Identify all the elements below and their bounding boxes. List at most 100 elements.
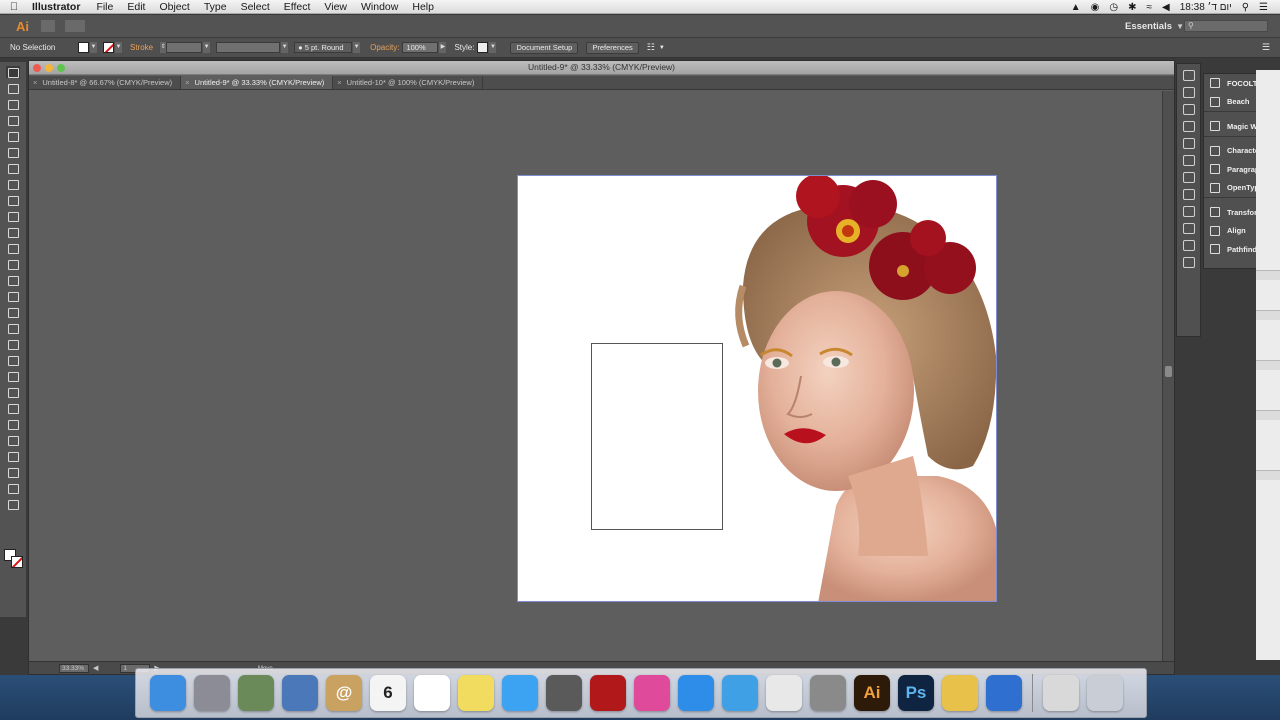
reminders-icon[interactable] <box>414 675 450 711</box>
links-panel-icon[interactable] <box>1183 240 1195 251</box>
mail-bird-icon[interactable] <box>282 675 318 711</box>
lasso-tool-icon[interactable] <box>6 114 20 126</box>
zoom-tool-icon[interactable] <box>6 498 20 510</box>
paintbrush-tool-icon[interactable] <box>6 210 20 222</box>
creative-cloud-icon[interactable]: ◉ <box>1091 2 1100 13</box>
launchpad-icon[interactable] <box>194 675 230 711</box>
brush-dropdown[interactable]: ▼ <box>353 42 361 53</box>
messages-icon[interactable] <box>502 675 538 711</box>
gradient-panel-icon[interactable] <box>1183 172 1195 183</box>
stroke-color[interactable]: ▼ <box>103 42 122 53</box>
menubar-clock[interactable]: 18:38 יום ד׳ <box>1180 2 1232 13</box>
slice-tool-icon[interactable] <box>6 466 20 478</box>
scale-tool-icon[interactable] <box>6 274 20 286</box>
quicktime-icon[interactable] <box>986 675 1022 711</box>
graphic-styles-panel-icon[interactable] <box>1183 223 1195 234</box>
graphic-style[interactable]: ▼ <box>477 42 497 53</box>
pen-tool-icon[interactable] <box>6 130 20 142</box>
line-tool-icon[interactable] <box>6 178 20 190</box>
free-transform-tool-icon[interactable] <box>6 306 20 318</box>
opacity-field[interactable]: 100% <box>402 42 439 53</box>
menu-object[interactable]: Object <box>152 1 196 13</box>
notification-center-icon[interactable]: ☰ <box>1259 2 1268 13</box>
chevron-down-icon[interactable]: ▼ <box>659 45 665 51</box>
color-panel-icon[interactable] <box>1183 206 1195 217</box>
perspective-grid-tool-icon[interactable] <box>6 338 20 350</box>
app-menu[interactable]: Illustrator <box>28 1 89 13</box>
tab-untitled-9[interactable]: × Untitled-9* @ 33.33% (CMYK/Preview) <box>181 76 334 89</box>
mesh-tool-icon[interactable] <box>6 354 20 366</box>
close-icon[interactable]: × <box>33 78 37 87</box>
document-setup-button[interactable]: Document Setup <box>510 41 579 54</box>
stroke-weight-stepper[interactable]: ⇕ ▼ <box>159 42 211 53</box>
canvas-area[interactable] <box>29 91 1163 662</box>
width-tool-icon[interactable] <box>6 290 20 302</box>
spotlight-icon[interactable]: ⚲ <box>1242 2 1249 13</box>
graph-tool-icon[interactable] <box>6 434 20 446</box>
menu-type[interactable]: Type <box>197 1 234 13</box>
volume-icon[interactable]: ◀ <box>1162 2 1170 13</box>
symbols-panel-icon[interactable] <box>1183 138 1195 149</box>
trash-icon[interactable] <box>1087 675 1123 711</box>
chrome-icon[interactable] <box>766 675 802 711</box>
transparency-panel-icon[interactable] <box>1183 189 1195 200</box>
stroke-weight-field[interactable] <box>166 42 203 53</box>
stroke-label[interactable]: Stroke <box>130 43 153 52</box>
arrange-documents-button[interactable] <box>65 20 85 32</box>
tab-untitled-10[interactable]: × Untitled-10* @ 100% (CMYK/Preview) <box>333 76 484 89</box>
fill-stroke-controls[interactable] <box>4 549 24 569</box>
hand-tool-icon[interactable] <box>6 482 20 494</box>
fill-dropdown[interactable]: ▼ <box>90 42 97 53</box>
workspace-switcher[interactable]: Essentials <box>1125 21 1172 32</box>
zoom-level-field[interactable]: 33.33% <box>59 663 89 673</box>
eyedropper-tool-icon[interactable] <box>6 386 20 398</box>
time-machine-icon[interactable]: ◷ <box>1109 2 1118 13</box>
menu-file[interactable]: File <box>89 1 120 13</box>
portrait-photo[interactable] <box>518 176 997 602</box>
illustrator-icon[interactable]: Ai <box>854 675 890 711</box>
menu-edit[interactable]: Edit <box>120 1 152 13</box>
tab-untitled-8[interactable]: × Untitled-8* @ 66.67% (CMYK/Preview) <box>29 76 182 89</box>
menu-window[interactable]: Window <box>354 1 405 13</box>
calendar-icon[interactable]: 6 <box>370 675 406 711</box>
menu-help[interactable]: Help <box>405 1 441 13</box>
chevron-down-icon[interactable]: ▼ <box>1176 22 1184 31</box>
apple-menu-icon[interactable]:  <box>0 1 28 13</box>
photo-booth-icon[interactable] <box>590 675 626 711</box>
scrollbar-thumb[interactable] <box>1165 366 1172 377</box>
swatches-panel-icon[interactable] <box>1183 104 1195 115</box>
brush-definition[interactable]: ● 5 pt. Round ▼ <box>294 42 361 53</box>
fill-swatch[interactable] <box>78 42 89 53</box>
preferences-button[interactable]: Preferences <box>586 41 639 54</box>
magic-wand-tool-icon[interactable] <box>6 98 20 110</box>
opacity-label[interactable]: Opacity: <box>370 43 399 52</box>
menu-view[interactable]: View <box>317 1 354 13</box>
artboard-tool-icon[interactable] <box>6 450 20 462</box>
selection-tool-icon[interactable] <box>6 66 20 78</box>
symbol-sprayer-tool-icon[interactable] <box>6 418 20 430</box>
blend-tool-icon[interactable] <box>6 402 20 414</box>
wifi-icon[interactable]: ≈ <box>1147 2 1153 13</box>
vertical-scrollbar[interactable] <box>1162 91 1174 662</box>
menu-effect[interactable]: Effect <box>277 1 318 13</box>
rectangle-tool-icon[interactable] <box>6 194 20 206</box>
style-dropdown[interactable]: ▼ <box>489 42 497 53</box>
width-profile-field[interactable] <box>216 42 281 53</box>
app-store-icon[interactable] <box>678 675 714 711</box>
stroke-weight-dropdown[interactable]: ▼ <box>203 42 211 53</box>
itunes-icon[interactable] <box>634 675 670 711</box>
artboards-panel-icon[interactable] <box>1183 257 1195 268</box>
artboard-nav-first-icon[interactable]: ◀ <box>93 664 98 672</box>
arrange-icon[interactable]: ☷ <box>647 42 655 53</box>
appearance-panel-icon[interactable] <box>1183 70 1195 81</box>
background-window[interactable] <box>1256 70 1280 660</box>
menu-select[interactable]: Select <box>234 1 277 13</box>
preview-icon[interactable] <box>238 675 274 711</box>
bridge-button[interactable] <box>41 20 55 32</box>
stroke-none-swatch[interactable] <box>103 42 114 53</box>
photoshop-icon[interactable]: Ps <box>898 675 934 711</box>
rectangle-shape[interactable] <box>591 343 723 530</box>
opacity-control[interactable]: 100% ▶ <box>402 42 447 53</box>
variable-width-profile[interactable]: ▼ <box>216 42 289 53</box>
layers-panel-icon[interactable] <box>1183 87 1195 98</box>
